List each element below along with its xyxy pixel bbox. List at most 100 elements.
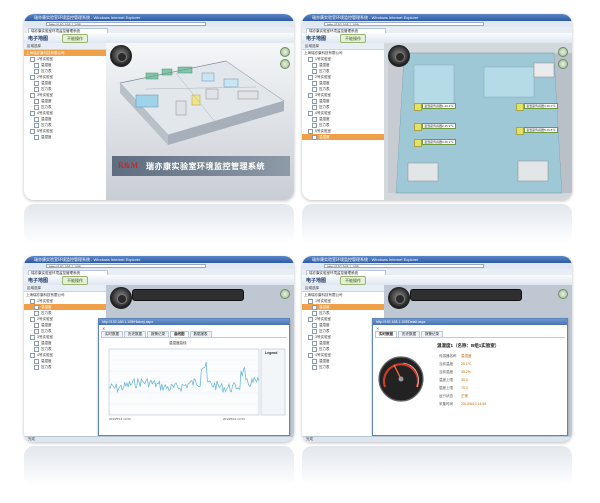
tree-item-selected[interactable]: 温湿度 <box>302 134 384 140</box>
sensor-tag[interactable]: 温湿度传感器1 26.3℃ <box>422 103 456 109</box>
zoom-in-button[interactable] <box>280 47 290 57</box>
detail-row: 当前温度 26.1℃ <box>439 361 472 367</box>
expand-icon <box>308 92 313 98</box>
sensor-tag[interactable]: 温湿度传感器5 25.8℃ <box>524 127 558 133</box>
zoom-in-button[interactable] <box>558 289 568 299</box>
tree-item-label: 3号实验室 <box>315 93 331 97</box>
popup-tab[interactable]: 历史数据 <box>398 331 420 337</box>
navigation-dial[interactable] <box>388 45 410 67</box>
expand-icon <box>30 334 35 340</box>
popup-tab-active[interactable]: 实时数据 <box>375 331 397 337</box>
sensor-tag[interactable]: 温湿度传感器2 25.9℃ <box>422 123 456 129</box>
operate-button[interactable]: 不能操作 <box>62 276 88 285</box>
tree-header: 区域选择 <box>302 43 384 50</box>
tree-root-label: 上海瑞亦康科技有限公司 <box>304 293 343 297</box>
sensor-tag[interactable]: 温湿度传感器4 26.0℃ <box>524 103 558 109</box>
floorplan-view[interactable]: 温湿度传感器1 26.3℃ 温湿度传感器2 25.9℃ 温湿度传感器3 26.1… <box>384 43 572 200</box>
tree-root-label: 上海瑞亦康科技有限公司 <box>26 293 65 297</box>
tree-item-label: 温湿度 <box>41 63 52 67</box>
tree-item-label: 压力表 <box>41 69 52 73</box>
expand-icon <box>30 92 35 98</box>
tree-item-label: 压力表 <box>41 329 52 333</box>
map-toolbar[interactable] <box>410 289 522 301</box>
navigation-dial[interactable] <box>110 287 132 309</box>
tree-item-label: 温湿度 <box>41 117 52 121</box>
app-title: 电子地图 <box>306 278 327 284</box>
popup-tabs: 实时数据 历史数据 报警记录 <box>375 331 565 338</box>
expand-icon <box>34 322 39 328</box>
operate-button[interactable]: 不能操作 <box>340 276 366 285</box>
sensor-marker[interactable] <box>516 127 524 135</box>
tree-item-label: 3号实验室 <box>37 93 53 97</box>
expand-icon <box>34 62 39 68</box>
window-title: 瑞亦康实验室环境监控管理系统 - Windows Internet Explor… <box>302 256 572 263</box>
app-title: 电子地图 <box>28 278 49 284</box>
address-input[interactable]: http://192.168.1.108/ <box>46 264 206 268</box>
map-toolbar[interactable] <box>132 289 244 301</box>
caption-title: 瑞亦康实验室环境监控管理系统 <box>146 162 265 171</box>
tree-item-label: 5号实验室 <box>37 129 53 133</box>
sensor-marker[interactable] <box>414 123 422 131</box>
tree-item-label: 温湿度 <box>41 323 52 327</box>
zoom-in-button[interactable] <box>280 289 290 299</box>
expand-icon <box>34 304 39 310</box>
expand-icon <box>312 134 317 140</box>
detail-row-label: 运行状态 <box>439 394 453 398</box>
tree-item-label: 温湿度 <box>319 99 330 103</box>
sensor-marker[interactable] <box>414 139 422 147</box>
tree-item-label: 压力表 <box>319 329 330 333</box>
sensor-marker[interactable] <box>516 103 524 111</box>
tree-item-label: 压力表 <box>41 311 52 315</box>
popup-tab[interactable]: 历史数据 <box>124 331 146 337</box>
gauge-dial <box>378 356 424 402</box>
popup-tab[interactable]: 报警记录 <box>147 331 169 337</box>
tree-item-label: 压力表 <box>319 311 330 315</box>
tree-item-label: 4号实验室 <box>37 353 53 357</box>
sensor-tag[interactable]: 温湿度传感器3 26.1℃ <box>422 139 456 145</box>
popup-tab[interactable]: 报警记录 <box>421 331 443 337</box>
map-view[interactable]: R&M 瑞亦康实验室环境监控管理系统 <box>106 43 294 200</box>
expand-icon <box>312 104 317 110</box>
legend-label: Legend <box>265 351 278 355</box>
address-input[interactable]: http://192.168.1.108/ <box>46 22 206 26</box>
tree-item-label: 温湿度 <box>319 63 330 67</box>
expand-icon <box>308 74 313 80</box>
tree-item[interactable]: 压力表 <box>24 364 106 370</box>
operate-button[interactable]: 不能操作 <box>340 34 366 43</box>
zoom-out-button[interactable] <box>558 59 568 69</box>
detail-row-value: 70.0 <box>461 386 468 390</box>
navigation-dial[interactable] <box>388 287 410 309</box>
tree-item[interactable]: 温湿度 <box>24 134 106 140</box>
expand-icon <box>308 352 313 358</box>
address-input[interactable]: http://192.168.1.108/ <box>324 22 484 26</box>
tree-item-label: 温湿度 <box>319 81 330 85</box>
expand-icon <box>34 328 39 334</box>
navigation-dial[interactable] <box>110 45 132 67</box>
tree-sidebar: 区域选择 上海瑞亦康科技有限公司 1号实验室 温湿度 压力表 2号实验室 温湿度… <box>24 43 107 200</box>
expand-icon <box>34 310 39 316</box>
sensor-marker[interactable] <box>414 103 422 111</box>
popup-tab[interactable]: 实时数据 <box>101 331 123 337</box>
chart-title: 温湿度曲线 <box>169 341 187 345</box>
popup-tab[interactable]: 数据报表 <box>189 331 212 337</box>
reflection <box>302 204 572 244</box>
tree-item-label: 2号实验室 <box>37 75 53 79</box>
zoom-in-button[interactable] <box>558 47 568 57</box>
popup-tab-active[interactable]: 曲线图 <box>170 331 189 337</box>
expand-icon <box>308 110 313 116</box>
expand-icon <box>312 364 317 370</box>
expand-icon <box>312 98 317 104</box>
reflection <box>302 446 572 486</box>
operate-button[interactable]: 不能操作 <box>62 34 88 43</box>
status-bar: 完成 <box>302 436 572 442</box>
tree-header: 区域选择 <box>24 43 106 50</box>
address-input[interactable]: http://192.168.1.108/ <box>324 264 484 268</box>
detail-row-label: 温度上限 <box>439 378 453 382</box>
zoom-out-button[interactable] <box>280 59 290 69</box>
expand-icon <box>308 128 313 134</box>
tree-item-label: 温湿度 <box>319 305 330 309</box>
expand-icon <box>34 86 39 92</box>
tree-item-label: 温湿度 <box>319 117 330 121</box>
detail-row-value: 温湿度 <box>461 354 472 358</box>
reflection <box>24 204 294 244</box>
